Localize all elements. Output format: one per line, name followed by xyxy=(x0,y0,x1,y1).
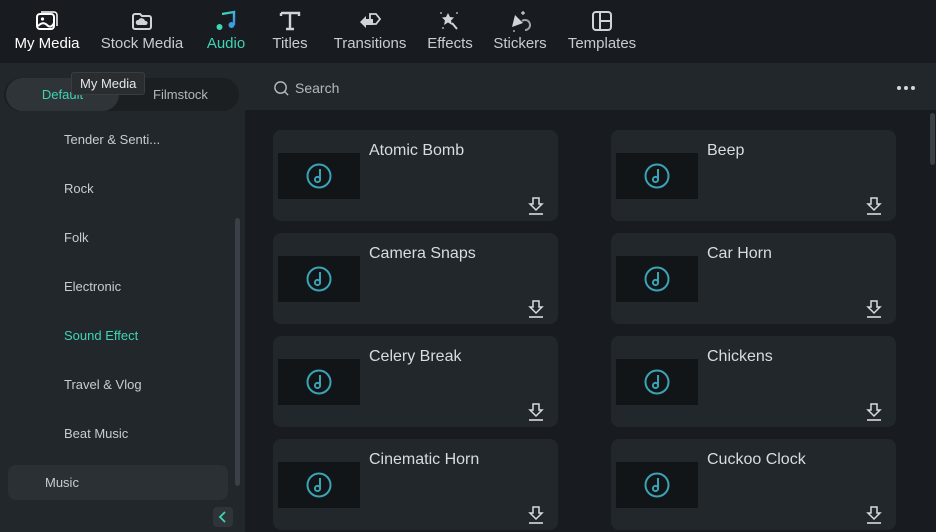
audio-thumbnail xyxy=(616,359,698,405)
search-input[interactable]: Search xyxy=(295,80,339,96)
music-note-icon xyxy=(644,266,670,292)
tab-effects[interactable]: Effects xyxy=(424,0,476,63)
app-window: My Media Stock Media Audio Titles Transi… xyxy=(0,0,936,532)
music-note-icon xyxy=(306,369,332,395)
search-bar: Search xyxy=(245,63,936,110)
download-icon xyxy=(528,403,544,421)
category-beat-music[interactable]: Beat Music xyxy=(64,426,128,441)
content-scrollbar[interactable] xyxy=(930,113,935,165)
tab-label: Transitions xyxy=(333,35,407,52)
download-icon xyxy=(528,506,544,524)
category-music[interactable]: Music xyxy=(8,465,228,500)
audio-title: Atomic Bomb xyxy=(369,142,465,159)
download-button[interactable] xyxy=(865,299,883,319)
more-dot xyxy=(911,86,915,90)
category-tender-sentimental[interactable]: Tender & Senti... xyxy=(64,132,160,147)
download-button[interactable] xyxy=(527,505,545,525)
music-note-icon xyxy=(644,369,670,395)
download-button[interactable] xyxy=(527,299,545,319)
music-note-icon xyxy=(216,10,236,30)
category-sidebar: Default Filmstock Tender & Senti... Rock… xyxy=(0,63,245,532)
audio-grid: Atomic Bomb Beep Camera Snaps Car Horn Celer… xyxy=(245,110,936,532)
audio-card[interactable]: Cinematic Horn xyxy=(273,439,558,530)
more-dot xyxy=(904,86,908,90)
tab-transitions[interactable]: Transitions xyxy=(330,0,410,63)
audio-title: Cinematic Horn xyxy=(369,451,480,468)
tab-audio[interactable]: Audio xyxy=(200,0,252,63)
audio-title: Celery Break xyxy=(369,348,462,365)
chevron-left-icon xyxy=(218,511,226,523)
download-button[interactable] xyxy=(865,402,883,422)
stock-media-icon xyxy=(132,13,152,30)
audio-card[interactable]: Cuckoo Clock xyxy=(611,439,896,530)
category-rock[interactable]: Rock xyxy=(64,181,94,196)
search-icon xyxy=(274,81,289,96)
more-options-button[interactable] xyxy=(897,85,917,91)
audio-title: Beep xyxy=(707,142,745,159)
effects-icon xyxy=(440,12,458,30)
download-icon xyxy=(866,403,882,421)
category-sound-effect[interactable]: Sound Effect xyxy=(64,328,138,343)
category-folk[interactable]: Folk xyxy=(64,230,89,245)
download-icon xyxy=(866,506,882,524)
my-media-icon xyxy=(36,11,58,30)
category-music-label: Music xyxy=(45,475,79,490)
music-note-icon xyxy=(644,163,670,189)
audio-card[interactable]: Beep xyxy=(611,130,896,221)
music-note-icon xyxy=(306,472,332,498)
tooltip: My Media xyxy=(71,72,146,95)
download-icon xyxy=(528,300,544,318)
download-button[interactable] xyxy=(865,196,883,216)
collapse-sidebar-button[interactable] xyxy=(213,507,233,527)
tab-my-media[interactable]: My Media xyxy=(8,0,86,63)
audio-thumbnail xyxy=(616,256,698,302)
audio-thumbnail xyxy=(616,462,698,508)
audio-card[interactable]: Chickens xyxy=(611,336,896,427)
music-note-icon xyxy=(306,266,332,292)
music-note-icon xyxy=(644,472,670,498)
audio-card[interactable]: Atomic Bomb xyxy=(273,130,558,221)
download-icon xyxy=(528,197,544,215)
tab-label: Templates xyxy=(567,35,637,52)
download-button[interactable] xyxy=(527,402,545,422)
audio-thumbnail xyxy=(278,153,360,199)
tab-stickers[interactable]: Stickers xyxy=(490,0,550,63)
audio-thumbnail xyxy=(278,359,360,405)
audio-title: Chickens xyxy=(707,348,773,365)
audio-thumbnail xyxy=(278,256,360,302)
music-note-icon xyxy=(306,163,332,189)
tab-label: Stock Media xyxy=(100,35,184,52)
tab-label: My Media xyxy=(14,35,80,52)
audio-card[interactable]: Camera Snaps xyxy=(273,233,558,324)
audio-title: Camera Snaps xyxy=(369,245,476,262)
category-electronic[interactable]: Electronic xyxy=(64,279,121,294)
audio-card[interactable]: Car Horn xyxy=(611,233,896,324)
stickers-icon xyxy=(512,11,531,32)
tab-label: Audio xyxy=(206,35,246,52)
download-button[interactable] xyxy=(527,196,545,216)
download-icon xyxy=(866,197,882,215)
category-travel-vlog[interactable]: Travel & Vlog xyxy=(64,377,142,392)
tab-templates[interactable]: Templates xyxy=(564,0,640,63)
sidebar-scrollbar[interactable] xyxy=(235,218,240,486)
tab-stock-media[interactable]: Stock Media xyxy=(96,0,188,63)
download-button[interactable] xyxy=(865,505,883,525)
audio-thumbnail xyxy=(616,153,698,199)
templates-icon xyxy=(592,11,612,31)
audio-card[interactable]: Celery Break xyxy=(273,336,558,427)
top-toolbar: My Media Stock Media Audio Titles Transi… xyxy=(0,0,936,63)
audio-thumbnail xyxy=(278,462,360,508)
download-icon xyxy=(866,300,882,318)
transitions-icon xyxy=(360,13,382,28)
titles-icon xyxy=(279,11,301,31)
audio-title: Cuckoo Clock xyxy=(707,451,806,468)
tab-label: Effects xyxy=(427,35,473,52)
audio-title: Car Horn xyxy=(707,245,772,262)
more-dot xyxy=(897,86,901,90)
tab-label: Stickers xyxy=(493,35,547,52)
tab-label: Titles xyxy=(272,35,308,52)
tab-titles[interactable]: Titles xyxy=(268,0,312,63)
